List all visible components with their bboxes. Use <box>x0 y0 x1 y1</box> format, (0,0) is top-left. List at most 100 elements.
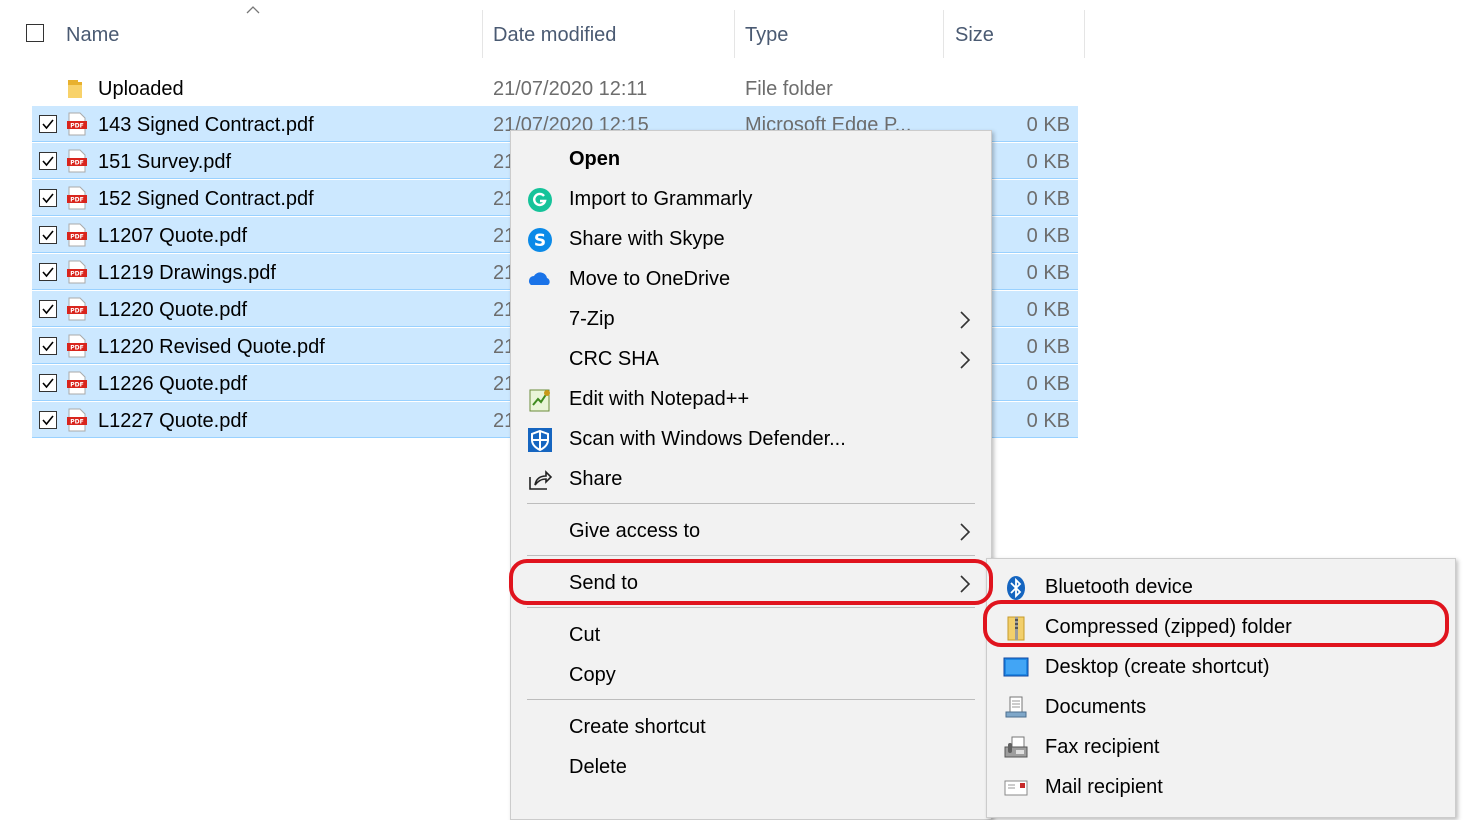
menu-item-label: CRC SHA <box>569 348 660 370</box>
menu-item-label: 7-Zip <box>569 308 615 330</box>
file-size: 0 KB <box>1026 299 1070 321</box>
notepad-plus-plus-icon <box>529 389 550 412</box>
svg-text:PDF: PDF <box>70 160 83 167</box>
folder-icon <box>68 80 82 98</box>
send-to-mail-recipient[interactable]: Mail recipient <box>987 767 1455 807</box>
svg-text:PDF: PDF <box>70 345 83 352</box>
pdf-icon: PDF <box>67 297 87 321</box>
file-name: L1219 Drawings.pdf <box>98 262 276 284</box>
menu-item-label: Move to OneDrive <box>569 268 731 290</box>
send-to-submenu: Bluetooth device Compressed (zipped) fol… <box>986 558 1456 818</box>
menu-separator <box>527 503 975 504</box>
row-checkbox[interactable] <box>39 374 57 392</box>
menu-item-label: Import to Grammarly <box>569 188 753 210</box>
menu-item-label: Delete <box>569 756 627 778</box>
row-checkbox[interactable] <box>39 115 57 133</box>
menu-item-crc-sha[interactable]: CRC SHA <box>511 339 991 379</box>
send-to-highlight-ring <box>509 559 993 605</box>
sort-ascending-icon <box>246 6 260 14</box>
pdf-icon: PDF <box>67 223 87 247</box>
pdf-icon: PDF <box>67 260 87 284</box>
menu-item-share[interactable]: Share <box>511 459 991 499</box>
send-to-documents[interactable]: Documents <box>987 687 1455 727</box>
menu-item-share-skype[interactable]: S Share with Skype <box>511 219 991 259</box>
file-row-uploaded[interactable]: Uploaded 21/07/2020 12:11 File folder <box>32 70 1078 106</box>
menu-item-open[interactable]: Open <box>511 139 991 179</box>
file-date: 21/07/2020 12:11 <box>493 78 648 100</box>
file-size: 0 KB <box>1026 262 1070 284</box>
file-type: File folder <box>745 78 833 100</box>
file-name: L1227 Quote.pdf <box>98 410 248 432</box>
menu-item-label: Create shortcut <box>569 716 706 738</box>
select-all-checkbox[interactable] <box>26 24 44 42</box>
file-name: L1220 Quote.pdf <box>98 299 248 321</box>
chevron-right-icon <box>960 351 971 369</box>
row-checkbox[interactable] <box>39 300 57 318</box>
row-checkbox[interactable] <box>39 263 57 281</box>
menu-item-scan-defender[interactable]: Scan with Windows Defender... <box>511 419 991 459</box>
onedrive-icon <box>529 272 550 285</box>
file-size: 0 KB <box>1026 336 1070 358</box>
context-menu: Open Import to Grammarly S Share with Sk… <box>510 130 992 820</box>
chevron-right-icon <box>960 523 971 541</box>
svg-text:PDF: PDF <box>70 271 83 278</box>
menu-separator <box>527 699 975 700</box>
menu-item-import-grammarly[interactable]: Import to Grammarly <box>511 179 991 219</box>
menu-item-label: Share with Skype <box>569 228 725 250</box>
column-type[interactable]: Type <box>745 0 788 58</box>
menu-separator <box>527 607 975 608</box>
menu-item-create-shortcut[interactable]: Create shortcut <box>511 707 991 747</box>
column-name[interactable]: Name <box>66 0 119 58</box>
share-icon <box>529 470 553 490</box>
menu-item-label: Open <box>569 148 621 170</box>
fax-icon <box>1004 736 1028 758</box>
row-checkbox[interactable] <box>39 152 57 170</box>
submenu-item-label: Documents <box>1045 696 1147 718</box>
row-checkbox[interactable] <box>39 189 57 207</box>
row-checkbox[interactable] <box>39 411 57 429</box>
file-name: 143 Signed Contract.pdf <box>98 114 314 136</box>
menu-item-label: Cut <box>569 624 601 646</box>
documents-icon <box>1005 696 1027 718</box>
pdf-icon: PDF <box>67 371 87 395</box>
menu-item-copy[interactable]: Copy <box>511 655 991 695</box>
svg-text:PDF: PDF <box>70 419 83 426</box>
submenu-item-label: Mail recipient <box>1045 776 1163 798</box>
column-divider[interactable] <box>1084 10 1085 58</box>
menu-item-edit-notepad[interactable]: Edit with Notepad++ <box>511 379 991 419</box>
send-to-desktop[interactable]: Desktop (create shortcut) <box>987 647 1455 687</box>
menu-item-delete[interactable]: Delete <box>511 747 991 787</box>
menu-item-label: Edit with Notepad++ <box>569 388 750 410</box>
file-name: L1207 Quote.pdf <box>98 225 248 247</box>
file-name: Uploaded <box>98 78 184 100</box>
menu-item-label: Give access to <box>569 520 701 542</box>
chevron-right-icon <box>960 311 971 329</box>
menu-item-cut[interactable]: Cut <box>511 615 991 655</box>
windows-defender-icon <box>528 428 552 452</box>
pdf-icon: PDF <box>67 112 87 136</box>
file-name: 152 Signed Contract.pdf <box>98 188 314 210</box>
svg-text:PDF: PDF <box>70 197 83 204</box>
mail-icon <box>1004 780 1028 796</box>
menu-item-7zip[interactable]: 7-Zip <box>511 299 991 339</box>
send-to-fax-recipient[interactable]: Fax recipient <box>987 727 1455 767</box>
pdf-icon: PDF <box>67 149 87 173</box>
file-size: 0 KB <box>1026 188 1070 210</box>
menu-item-give-access[interactable]: Give access to <box>511 511 991 551</box>
row-checkbox[interactable] <box>39 337 57 355</box>
menu-item-move-onedrive[interactable]: Move to OneDrive <box>511 259 991 299</box>
svg-text:PDF: PDF <box>70 234 83 241</box>
file-size: 0 KB <box>1026 225 1070 247</box>
column-date-modified[interactable]: Date modified <box>493 0 616 58</box>
file-name: 151 Survey.pdf <box>98 151 232 173</box>
row-checkbox[interactable] <box>39 226 57 244</box>
column-size[interactable]: Size <box>955 0 994 58</box>
submenu-item-label: Fax recipient <box>1045 736 1160 758</box>
svg-text:PDF: PDF <box>70 308 83 315</box>
column-divider[interactable] <box>482 10 483 58</box>
pdf-icon: PDF <box>67 408 87 432</box>
file-size: 0 KB <box>1026 373 1070 395</box>
column-divider[interactable] <box>943 10 944 58</box>
column-divider[interactable] <box>734 10 735 58</box>
file-name: L1226 Quote.pdf <box>98 373 248 395</box>
